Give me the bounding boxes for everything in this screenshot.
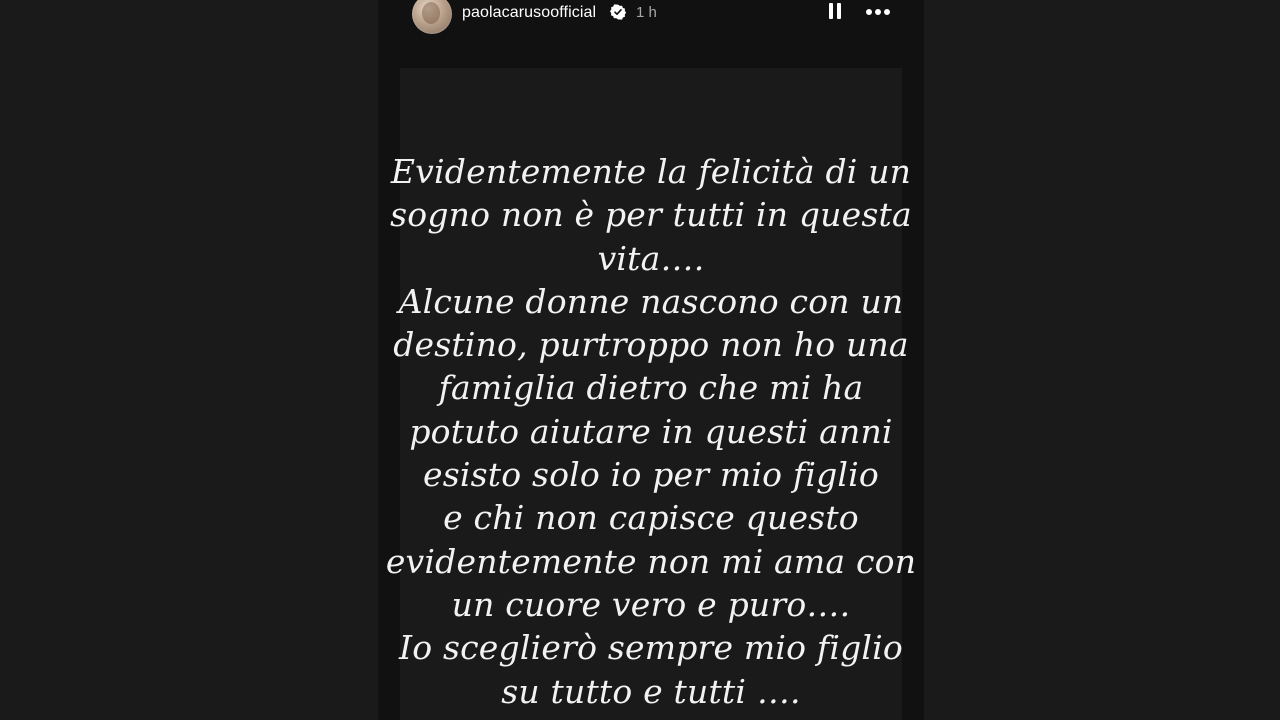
story-text-line: Evidentemente la felicità di un — [390, 152, 912, 191]
story-viewer: paolacarusoofficial 1 h Evidentemente la… — [0, 0, 1280, 720]
story-text-line: potuto aiutare in questi anni — [409, 411, 893, 451]
story-text-line: un cuore vero e puro…. — [451, 584, 851, 624]
more-dot-icon — [875, 9, 881, 15]
story-text-line: Alcune donne nascono con un — [398, 281, 904, 321]
story-text-line: Io sceglierò sempre mio figlio — [399, 628, 903, 668]
avatar[interactable] — [412, 0, 452, 34]
story-frame[interactable]: paolacarusoofficial 1 h Evidentemente la… — [378, 0, 924, 720]
left-backdrop[interactable] — [0, 0, 378, 720]
right-backdrop[interactable] — [924, 0, 1280, 720]
story-text-line: destino, purtroppo non ho una — [393, 325, 909, 365]
story-text-line: e chi non capisce questo — [443, 498, 859, 538]
story-text-line: su tutto e tutti …. — [501, 671, 801, 711]
more-dot-icon — [866, 9, 872, 15]
more-options-button[interactable] — [864, 0, 894, 24]
story-text-line: evidentemente non mi ama con — [385, 541, 917, 581]
pause-icon-bar-left — [829, 3, 833, 19]
story-text-line: vita…. — [597, 238, 705, 278]
pause-button[interactable] — [824, 0, 846, 24]
story-text-line: sogno non è per tutti in questa — [390, 195, 912, 235]
story-header: paolacarusoofficial 1 h — [378, 0, 924, 40]
story-text-line: esisto solo io per mio figlio — [423, 455, 879, 495]
post-time: 1 h — [636, 4, 657, 21]
username-link[interactable]: paolacarusoofficial — [462, 3, 596, 23]
story-text-line: famiglia dietro che mi ha — [438, 368, 864, 408]
pause-icon-bar-right — [837, 3, 841, 19]
verified-badge-icon — [610, 4, 626, 20]
story-text: Evidentemente la felicità di un sogno no… — [378, 150, 924, 713]
more-dot-icon — [884, 9, 890, 15]
